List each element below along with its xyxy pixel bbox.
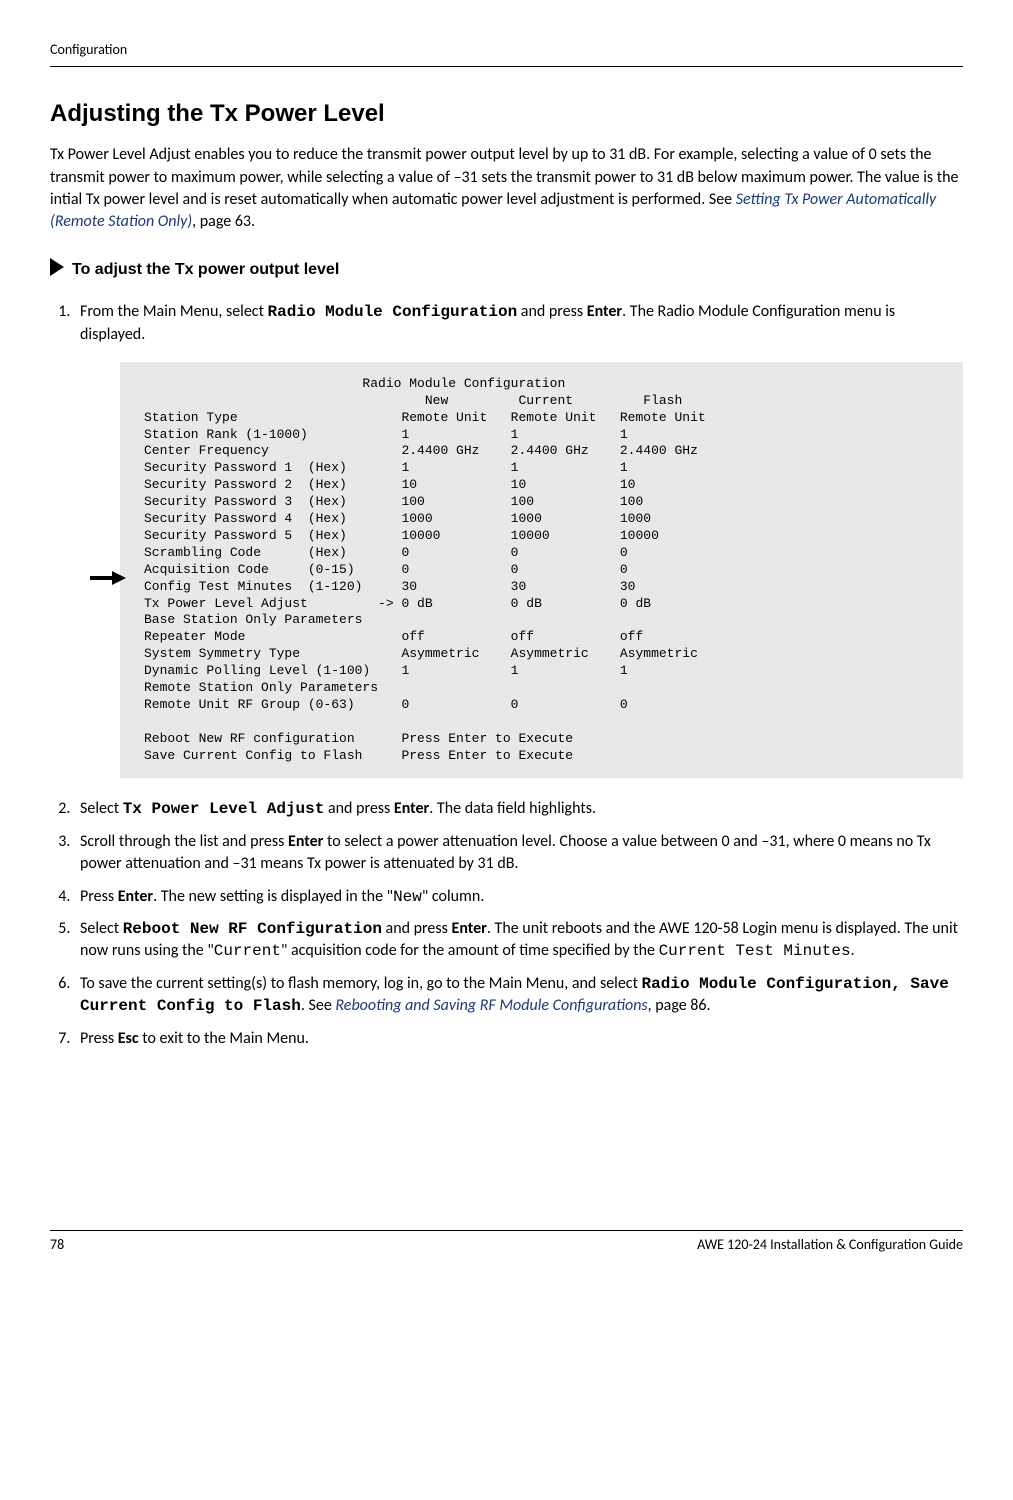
step-6: To save the current setting(s) to flash …	[74, 973, 963, 1018]
step-text: " acquisition code for the amount of tim…	[281, 941, 659, 960]
column-name: New	[393, 888, 422, 906]
step-text: and press	[517, 302, 587, 321]
cross-ref-link[interactable]: Rebooting and Saving RF Module Configura…	[335, 996, 647, 1015]
running-header: Configuration	[50, 40, 963, 60]
step-text: " column.	[422, 887, 484, 906]
step-text: , page 86.	[648, 996, 711, 1015]
pointer-arrow-icon	[90, 570, 126, 592]
page-number: 78	[50, 1235, 64, 1255]
procedure-arrow-icon	[50, 258, 64, 283]
intro-tail: , page 63.	[192, 212, 255, 231]
step-3: Scroll through the list and press Enter …	[74, 831, 963, 876]
step-text: .	[851, 941, 855, 960]
key-enter: Enter	[118, 887, 153, 906]
menu-command: Tx Power Level Adjust	[123, 800, 325, 818]
step-text: Select	[80, 919, 123, 938]
key-enter: Enter	[587, 302, 622, 321]
step-4: Press Enter. The new setting is displaye…	[74, 886, 963, 908]
step-text: Press	[80, 1029, 118, 1048]
key-enter: Enter	[288, 832, 323, 851]
key-enter: Enter	[394, 799, 429, 818]
step-list: From the Main Menu, select Radio Module …	[50, 301, 963, 1050]
page-footer: 78 AWE 120-24 Installation & Configurati…	[50, 1230, 963, 1255]
terminal-output: Radio Module Configuration New Current F…	[120, 362, 963, 778]
procedure-title: To adjust the Tx power output level	[72, 259, 339, 281]
procedure-heading: To adjust the Tx power output level	[50, 258, 963, 283]
menu-command: Reboot New RF Configuration	[123, 920, 382, 938]
step-text: to exit to the Main Menu.	[139, 1029, 309, 1048]
intro-paragraph: Tx Power Level Adjust enables you to red…	[50, 144, 963, 234]
key-enter: Enter	[452, 919, 487, 938]
step-text: Scroll through the list and press	[80, 832, 288, 851]
param-name: Current Test Minutes	[659, 942, 851, 960]
step-2: Select Tx Power Level Adjust and press E…	[74, 798, 963, 820]
step-text: Press	[80, 887, 118, 906]
terminal-figure: Radio Module Configuration New Current F…	[120, 362, 963, 778]
step-text: . See	[301, 996, 336, 1015]
step-text: From the Main Menu, select	[80, 302, 268, 321]
step-5: Select Reboot New RF Configuration and p…	[74, 918, 963, 963]
section-heading: Adjusting the Tx Power Level	[50, 97, 963, 131]
column-name: Current	[214, 942, 281, 960]
footer-title: AWE 120-24 Installation & Configuration …	[697, 1235, 963, 1255]
step-text: Select	[80, 799, 123, 818]
step-text: and press	[324, 799, 394, 818]
step-text: . The new setting is displayed in the "	[153, 887, 393, 906]
step-1: From the Main Menu, select Radio Module …	[74, 301, 963, 778]
key-esc: Esc	[118, 1029, 139, 1048]
step-7: Press Esc to exit to the Main Menu.	[74, 1028, 963, 1050]
step-text: . The data field highlights.	[429, 799, 596, 818]
step-text: and press	[382, 919, 452, 938]
footer-rule	[50, 1230, 963, 1231]
menu-command: Radio Module Configuration	[268, 303, 518, 321]
step-text: To save the current setting(s) to flash …	[80, 974, 642, 993]
header-rule	[50, 66, 963, 67]
